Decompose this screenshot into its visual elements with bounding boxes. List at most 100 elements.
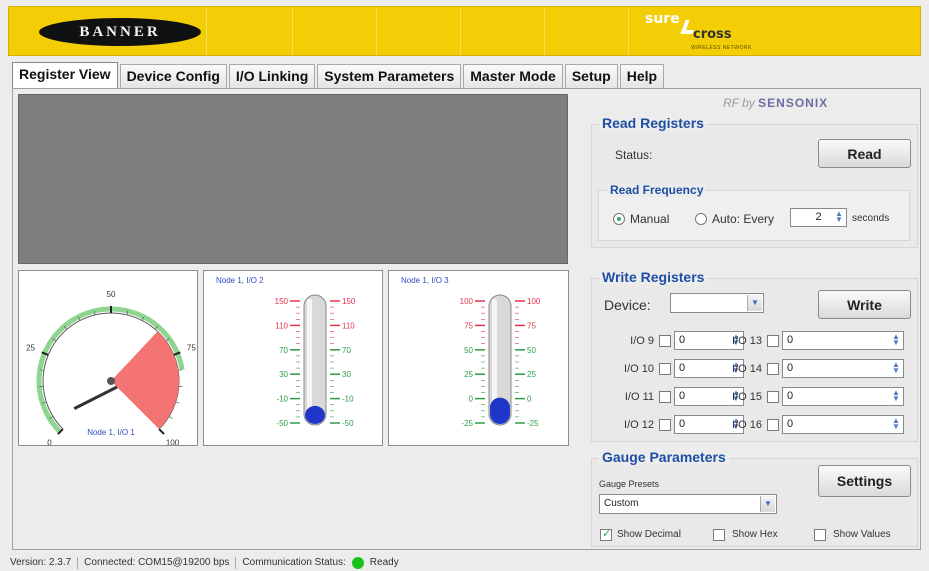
thermometer-tick-label: 25: [527, 370, 536, 379]
header-divider: [628, 7, 629, 55]
thermometer-tick-label: 0: [527, 395, 532, 404]
io-14-stepper[interactable]: 0 ▲ ▼: [782, 359, 904, 378]
gauge-preset-value: Custom: [604, 498, 639, 509]
header-divider: [460, 7, 461, 55]
tab-io-linking[interactable]: I/O Linking: [228, 64, 316, 88]
thermometer-fill: [305, 405, 325, 424]
tab-register-view[interactable]: Register View: [12, 62, 118, 88]
spinner-arrows-icon[interactable]: ▲ ▼: [891, 417, 901, 431]
header-bar: BANNER sure cross WIRELESS NETWORK: [8, 6, 921, 56]
io-15-label: I/O 15: [732, 391, 762, 403]
io-11-checkbox[interactable]: [659, 391, 671, 403]
thermometer-tick-label: 75: [464, 321, 473, 330]
chevron-down-icon[interactable]: ▼: [747, 295, 762, 311]
read-registers-title: Read Registers: [599, 115, 707, 131]
rf-prefix: RF by: [723, 96, 755, 110]
device-label: Device:: [604, 297, 651, 313]
thermometer-tick-label: 0: [469, 395, 474, 404]
io-13-label: I/O 13: [732, 335, 762, 347]
io-10-value: 0: [679, 362, 686, 374]
io-13-value: 0: [787, 334, 794, 346]
tab-master-mode[interactable]: Master Mode: [463, 64, 563, 88]
io-13-checkbox[interactable]: [767, 335, 779, 347]
thermometer-tick-label: 150: [275, 297, 289, 306]
thermometer-gauge-2-svg: Node 1, I/O 3 100 100 75 75 50 50 25 25 0 0 -25 -25: [401, 276, 541, 428]
spinner-arrows-icon[interactable]: ▲ ▼: [891, 333, 901, 347]
chevron-down-icon[interactable]: ▼: [760, 496, 775, 512]
thermometer-tick-label: -50: [276, 419, 288, 428]
header-divider: [544, 7, 545, 55]
interval-stepper[interactable]: 2 ▲ ▼: [790, 208, 847, 227]
dial-tick-label: 75: [187, 344, 196, 353]
tab-system-parameters[interactable]: System Parameters: [317, 64, 462, 88]
io-16-checkbox[interactable]: [767, 419, 779, 431]
surecross-logo-top: sure: [645, 11, 680, 27]
io-12-checkbox[interactable]: [659, 419, 671, 431]
dial-minor-tick: [175, 401, 180, 404]
io-16-stepper[interactable]: 0 ▲ ▼: [782, 415, 904, 434]
gauge-presets-label: Gauge Presets: [599, 479, 660, 489]
show-decimal-label: Show Decimal: [617, 529, 681, 540]
version-text: Version: 2.3.7: [10, 557, 72, 568]
auto-radio[interactable]: [695, 213, 707, 225]
show-hex-checkbox[interactable]: [713, 529, 725, 541]
thermometer-fill: [490, 397, 510, 424]
tab-help[interactable]: Help: [619, 64, 665, 88]
status-led-icon: [351, 556, 364, 569]
thermometer-tick-label: 50: [464, 346, 473, 355]
spinner-arrows-icon[interactable]: ▲ ▼: [891, 361, 901, 375]
io-13-stepper[interactable]: 0 ▲ ▼: [782, 331, 904, 350]
header-divider: [206, 7, 207, 55]
io-14-checkbox[interactable]: [767, 363, 779, 375]
io-15-checkbox[interactable]: [767, 391, 779, 403]
gauge-parameters-title: Gauge Parameters: [599, 449, 729, 465]
manual-radio[interactable]: [613, 213, 625, 225]
comm-status-label: Communication Status:: [242, 557, 346, 568]
gauge-presets-select[interactable]: Custom ▼: [599, 494, 777, 514]
thermometer-caption: Node 1, I/O 2: [216, 276, 264, 285]
tab-device-config[interactable]: Device Config: [119, 64, 227, 88]
io-14-value: 0: [787, 362, 794, 374]
dial-gauge-svg: 0 25 50 75 100 Node 1, I/O 1: [26, 290, 196, 445]
spinner-arrows-icon[interactable]: ▲ ▼: [834, 210, 844, 224]
comm-status-value: Ready: [369, 557, 399, 568]
io-10-label: I/O 10: [624, 363, 654, 375]
io-15-stepper[interactable]: 0 ▲ ▼: [782, 387, 904, 406]
io-10-checkbox[interactable]: [659, 363, 671, 375]
dial-tick: [158, 428, 165, 435]
thermometer-tick-label: 110: [275, 321, 288, 330]
io-15-value: 0: [787, 390, 794, 402]
status-divider: [77, 556, 79, 569]
thermometer-gauge-2: Node 1, I/O 3 100 100 75 75 50 50 25 25 0 0 -25 -25: [388, 270, 569, 446]
io-12-label: I/O 12: [624, 419, 654, 431]
dial-gauge: 0 25 50 75 100 Node 1, I/O 1: [18, 270, 198, 446]
dial-tick-label: 50: [107, 290, 116, 299]
io-16-label: I/O 16: [732, 419, 762, 431]
status-divider: [235, 556, 237, 569]
io-9-checkbox[interactable]: [659, 335, 671, 347]
show-values-checkbox[interactable]: [814, 529, 826, 541]
banner-logo: BANNER: [39, 18, 201, 46]
settings-button[interactable]: Settings: [818, 465, 911, 497]
thermometer-tick-label: 70: [279, 346, 288, 355]
show-values-label: Show Values: [833, 529, 891, 540]
write-registers-title: Write Registers: [599, 269, 708, 285]
io-16-value: 0: [787, 418, 794, 430]
read-button[interactable]: Read: [818, 139, 911, 168]
thermometer-tick-label: 25: [464, 370, 473, 379]
io-11-value: 0: [679, 390, 686, 402]
status-bar: Version: 2.3.7 Connected: COM15@19200 bp…: [0, 554, 929, 571]
write-button[interactable]: Write: [818, 290, 911, 319]
thermometer-tick-label: -10: [342, 395, 354, 404]
thermometer-tick-label: 75: [527, 321, 536, 330]
thermometer-tick-label: -25: [461, 419, 473, 428]
device-select[interactable]: ▼: [670, 293, 764, 313]
thermometer-tick-label: -10: [276, 395, 288, 404]
tab-setup[interactable]: Setup: [564, 64, 618, 88]
thermometer-gauge-1-svg: Node 1, I/O 2 150 150 110 110 70 70 30 30 -10 -10 -…: [216, 276, 356, 428]
thermometer-tick-label: -50: [342, 419, 354, 428]
interval-value: 2: [815, 211, 822, 223]
spinner-arrows-icon[interactable]: ▲ ▼: [891, 389, 901, 403]
show-decimal-checkbox[interactable]: [600, 527, 612, 541]
thermometer-tick-label: 30: [342, 370, 351, 379]
